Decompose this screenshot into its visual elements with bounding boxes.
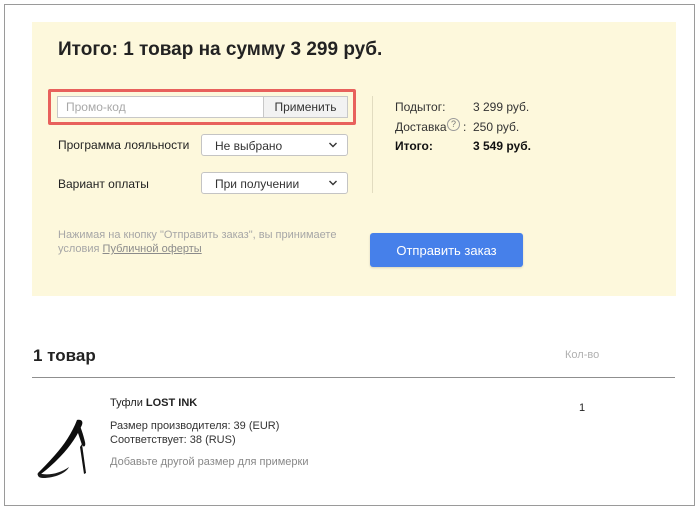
order-total-title: Итого: 1 товар на сумму 3 299 руб. [58,39,383,60]
delivery-label: Доставка [395,120,447,134]
product-brand: LOST INK [145,397,198,409]
payment-selected-value: При получении [215,177,300,191]
total-value: 3 549 руб. [473,139,531,153]
loyalty-program-label: Программа лояльности [58,138,190,152]
summary-divider [372,96,373,193]
apply-promo-button[interactable]: Применить [263,96,348,118]
delivery-value: 250 руб. [473,120,520,134]
add-another-size-link[interactable]: Добавьте другой размер для примерки [110,456,309,468]
product-type: Туфли [110,397,146,409]
delivery-colon: : [463,120,467,134]
loyalty-selected-value: Не выбрано [215,139,283,153]
product-size-match: Соответствует: 38 (RUS) [110,434,236,446]
total-label: Итого: [395,139,433,153]
chevron-down-icon [329,142,337,148]
product-manufacturer-size: Размер производителя: 39 (EUR) [110,420,280,432]
product-quantity: 1 [579,402,586,414]
terms-text-line2: условия Публичной оферты [58,242,348,256]
terms-prefix: условия [58,243,103,255]
product-image[interactable] [33,418,91,480]
subtotal-value: 3 299 руб. [473,100,530,114]
payment-method-select[interactable]: При получении [201,172,348,194]
cart-heading: 1 товар [33,346,96,365]
promo-code-input[interactable] [57,96,264,118]
product-name[interactable]: Туфли LOST INK [110,397,197,409]
subtotal-label: Подытог: [395,100,446,114]
loyalty-program-select[interactable]: Не выбрано [201,134,348,156]
public-offer-link[interactable]: Публичной оферты [103,243,202,255]
quantity-column-header: Кол-во [565,349,600,361]
cart-divider [32,377,675,378]
question-circle-icon[interactable]: ? [447,118,460,131]
submit-order-button[interactable]: Отправить заказ [370,233,523,267]
payment-method-label: Вариант оплаты [58,177,149,191]
chevron-down-icon [329,180,337,186]
terms-notice: Нажимая на кнопку "Отправить заказ", вы … [58,228,348,256]
terms-text-line1: Нажимая на кнопку "Отправить заказ", вы … [58,229,337,241]
